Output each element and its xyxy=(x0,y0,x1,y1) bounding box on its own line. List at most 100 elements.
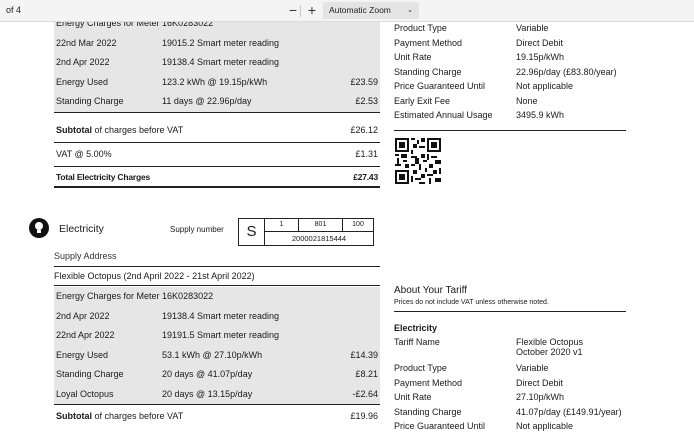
mpan-core: 2000021815444 xyxy=(291,234,347,243)
zoom-out-button[interactable]: − xyxy=(286,3,300,18)
table-row: Standing Charge 11 days @ 22.96p/day £2.… xyxy=(54,92,380,112)
row-detail: 20 days @ 41.07p/day xyxy=(162,369,253,379)
row-amount: £23.59 xyxy=(350,76,378,87)
subtotal-amount: £19.96 xyxy=(350,411,378,421)
tariff-value: Variable xyxy=(516,363,549,373)
tariff-value: 41.07p/day (£149.91/year) xyxy=(516,406,622,417)
energy-charges-block-2: Energy Charges for Meter 16K0283022 2nd … xyxy=(54,287,380,404)
vat-amount: £1.31 xyxy=(355,149,378,159)
divider xyxy=(54,166,380,167)
divider xyxy=(54,266,380,267)
vat-row: VAT @ 5.00% £1.31 xyxy=(54,145,380,165)
table-row: 22nd Mar 2022 19015.2 Smart meter readin… xyxy=(54,34,380,54)
page-count-label: of 4 xyxy=(6,5,22,15)
tariff-value: 19.15p/kWh xyxy=(516,52,565,62)
supply-number-box: S 1 801 100 2000021815444 xyxy=(238,218,374,246)
row-label: 22nd Apr 2022 xyxy=(56,330,115,340)
tariff-key: Standing Charge xyxy=(394,66,462,77)
about-tariff-note: Prices do not include VAT unless otherwi… xyxy=(394,299,549,306)
row-amount: £14.39 xyxy=(350,349,378,360)
chevron-down-icon: ⌄ xyxy=(407,7,413,14)
zoom-select[interactable]: Automatic Zoom ⌄ xyxy=(323,2,419,19)
row-label: Energy Used xyxy=(56,76,109,87)
total-amount: £27.43 xyxy=(353,172,378,182)
vat-label: VAT @ 5.00% xyxy=(56,149,112,159)
row-label: Energy Used xyxy=(56,349,109,360)
tariff-key: Price Guaranteed Until xyxy=(394,421,486,431)
tariff-value: None xyxy=(516,95,538,106)
zoom-in-button[interactable]: + xyxy=(305,3,319,18)
electricity-title: Electricity xyxy=(59,223,104,235)
row-detail: 19015.2 Smart meter reading xyxy=(162,37,280,48)
tariff-value: 22.96p/day (£83.80/year) xyxy=(516,66,617,77)
divider xyxy=(394,130,626,131)
tariff-value: Direct Debit xyxy=(516,37,564,48)
row-label: 22nd Mar 2022 xyxy=(56,37,117,48)
tariff-key: Product Type xyxy=(394,23,447,33)
zoom-select-value: Automatic Zoom xyxy=(329,5,391,15)
lightbulb-icon xyxy=(29,218,49,238)
row-label: Loyal Octopus xyxy=(56,388,114,399)
divider xyxy=(54,142,380,143)
tariff-value: 3495.9 kWh xyxy=(516,110,565,120)
row-label: Standing Charge xyxy=(56,96,124,106)
subtotal-bold: Subtotal xyxy=(56,125,92,135)
tariff-value: Flexible Octopus October 2020 v1 xyxy=(516,337,583,357)
subtotal-label: Subtotal of charges before VAT xyxy=(56,407,183,427)
subtotal-bold: Subtotal xyxy=(56,411,92,421)
about-tariff-title: About Your Tariff xyxy=(394,285,468,296)
tariff-value: 27.10p/kWh xyxy=(516,392,565,402)
mpan-top-line: 1 801 100 xyxy=(265,219,373,232)
energy-charges-header-text: Energy Charges for Meter 16K0283022 xyxy=(56,291,214,301)
mpan-mtc: 801 xyxy=(299,219,343,231)
divider xyxy=(54,404,380,405)
subtotal-amount: £26.12 xyxy=(350,125,378,135)
table-row: 2nd Apr 2022 19138.4 Smart meter reading xyxy=(54,307,380,327)
tariff-key: Payment Method xyxy=(394,377,463,388)
tariff-value: Not applicable xyxy=(516,421,574,431)
mpan-profile: 1 xyxy=(265,219,299,231)
row-detail: 11 days @ 22.96p/day xyxy=(162,96,252,106)
energy-charges-header: Energy Charges for Meter 16K0283022 xyxy=(54,287,380,307)
row-label: Standing Charge xyxy=(56,369,124,379)
table-row: 22nd Apr 2022 19191.5 Smart meter readin… xyxy=(54,326,380,346)
row-detail: 20 days @ 13.15p/day xyxy=(162,388,253,399)
divider xyxy=(394,311,626,312)
toolbar-separator xyxy=(300,5,301,17)
table-row: Energy Used 123.2 kWh @ 19.15p/kWh £23.5… xyxy=(54,73,380,93)
supply-address-label: Supply Address xyxy=(54,251,117,261)
energy-charges-block-1: Energy Charges for Meter 16K0283022 22nd… xyxy=(54,22,380,112)
pdf-toolbar: of 4 − + Automatic Zoom ⌄ xyxy=(0,0,694,22)
mpan-s: S xyxy=(239,219,265,245)
tariff-key: Early Exit Fee xyxy=(394,95,451,106)
tariff-value: Not applicable xyxy=(516,81,574,91)
subtotal-row: Subtotal of charges before VAT £26.12 xyxy=(54,121,380,141)
pdf-page: Energy Charges for Meter 16K0283022 22nd… xyxy=(0,22,694,433)
row-amount: -£2.64 xyxy=(352,388,378,399)
tariff-key: Price Guaranteed Until xyxy=(394,81,486,91)
subtotal-row: Subtotal of charges before VAT £19.96 xyxy=(54,407,380,427)
row-detail: 19191.5 Smart meter reading xyxy=(162,330,280,340)
total-label: Total Electricity Charges xyxy=(56,172,151,182)
tariff-section-title: Electricity xyxy=(394,323,438,333)
row-amount: £8.21 xyxy=(355,369,378,379)
tariff-value: Variable xyxy=(516,23,549,33)
row-amount: £2.53 xyxy=(355,96,378,106)
row-detail: 123.2 kWh @ 19.15p/kWh xyxy=(162,76,268,87)
row-label: 2nd Apr 2022 xyxy=(56,310,110,321)
table-row: Energy Used 53.1 kWh @ 27.10p/kWh £14.39 xyxy=(54,346,380,366)
divider xyxy=(54,186,380,188)
energy-charges-header: Energy Charges for Meter 16K0283022 xyxy=(54,22,380,34)
subtotal-label: Subtotal of charges before VAT xyxy=(56,121,183,141)
supply-number-label: Supply number xyxy=(170,225,224,234)
table-row: 2nd Apr 2022 19138.4 Smart meter reading xyxy=(54,53,380,73)
row-detail: 19138.4 Smart meter reading xyxy=(162,310,280,321)
row-detail: 53.1 kWh @ 27.10p/kWh xyxy=(162,349,263,360)
tariff-key: Unit Rate xyxy=(394,52,432,62)
tariff-value: Direct Debit xyxy=(516,377,564,388)
tariff-key: Unit Rate xyxy=(394,392,432,402)
table-row: Standing Charge 20 days @ 41.07p/day £8.… xyxy=(54,365,380,385)
table-row: Loyal Octopus 20 days @ 13.15p/day -£2.6… xyxy=(54,385,380,405)
divider xyxy=(54,112,380,113)
row-detail: 19138.4 Smart meter reading xyxy=(162,57,280,67)
